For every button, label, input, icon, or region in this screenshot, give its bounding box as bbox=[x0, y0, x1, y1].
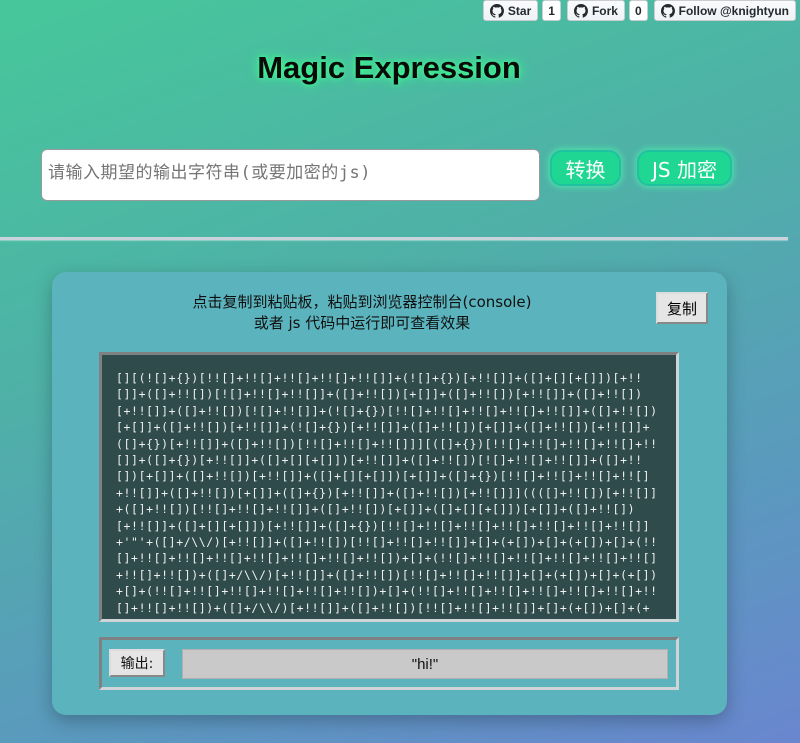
copy-hint: 点击复制到粘贴板，粘贴到浏览器控制台(console) 或者 js 代码中运行即… bbox=[52, 292, 672, 334]
copy-button[interactable]: 复制 bbox=[656, 292, 708, 324]
expression-input[interactable] bbox=[41, 149, 540, 201]
github-fork-group: Fork 0 bbox=[566, 0, 648, 21]
github-fork-label: Fork bbox=[591, 3, 618, 18]
github-follow-group: Follow @knightyun bbox=[653, 0, 796, 21]
github-star-group: Star 1 bbox=[482, 0, 561, 21]
github-follow-button[interactable]: Follow @knightyun bbox=[653, 0, 796, 21]
output-label: 输出: bbox=[109, 649, 165, 677]
page-title: Magic Expression bbox=[257, 50, 521, 85]
github-star-button[interactable]: Star bbox=[482, 0, 539, 21]
github-fork-count[interactable]: 0 bbox=[628, 0, 648, 21]
js-encrypt-button[interactable]: JS 加密 bbox=[637, 150, 732, 186]
convert-button[interactable]: 转换 bbox=[550, 150, 621, 186]
copy-hint-line1: 点击复制到粘贴板，粘贴到浏览器控制台(console) bbox=[192, 293, 532, 311]
github-star-count[interactable]: 1 bbox=[542, 0, 561, 21]
github-icon bbox=[489, 3, 504, 18]
github-icon bbox=[573, 3, 588, 18]
github-icon bbox=[660, 3, 675, 18]
divider bbox=[0, 237, 788, 240]
github-fork-button[interactable]: Fork bbox=[566, 0, 625, 21]
output-panel: 输出: "hi!" bbox=[99, 637, 679, 690]
github-star-label: Star bbox=[507, 3, 532, 18]
result-card: 点击复制到粘贴板，粘贴到浏览器控制台(console) 或者 js 代码中运行即… bbox=[52, 272, 727, 715]
output-value: "hi!" bbox=[182, 649, 668, 679]
github-follow-label: Follow @knightyun bbox=[678, 3, 789, 18]
code-output[interactable]: [][(![]+{})[!![]+!![]+!![]+!![]+!![]]+(!… bbox=[99, 352, 679, 622]
github-buttons: Star 1 Fork 0 Follow @knightyun bbox=[482, 0, 796, 21]
copy-hint-line2: 或者 js 代码中运行即可查看效果 bbox=[253, 314, 471, 332]
